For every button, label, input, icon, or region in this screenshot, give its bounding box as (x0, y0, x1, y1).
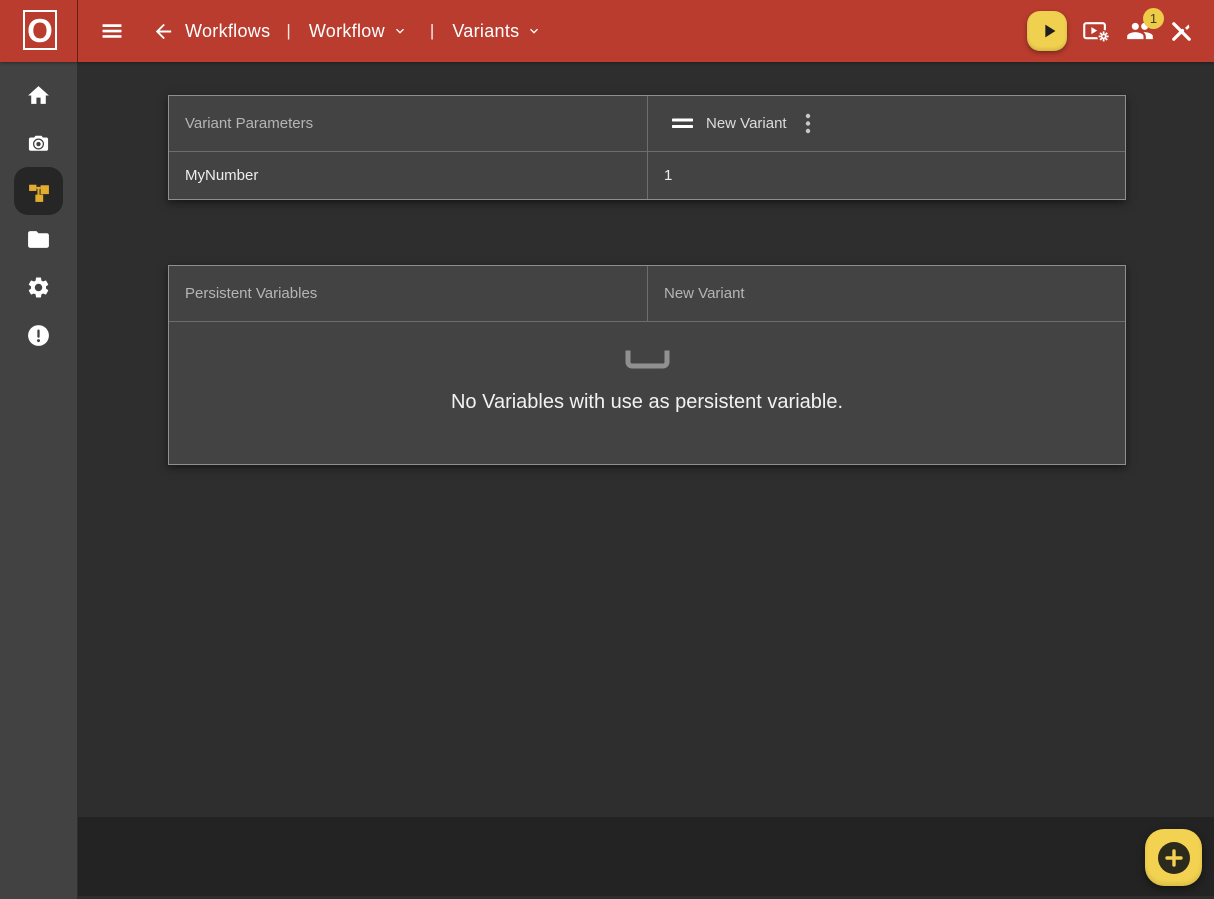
table-row: MyNumber 1 (169, 151, 1125, 199)
empty-state-message: No Variables with use as persistent vari… (451, 391, 843, 414)
app-window: O Workflows | Workflow | (0, 0, 1214, 899)
home-icon (26, 83, 51, 108)
top-app-bar: O Workflows | Workflow | (0, 0, 1214, 62)
sidebar-item-camera[interactable] (14, 119, 63, 167)
sidebar-item-files[interactable] (14, 215, 63, 263)
app-logo: O (23, 10, 57, 50)
gear-icon (26, 275, 51, 300)
user-count-badge: 1 (1143, 8, 1164, 29)
sidebar-item-home[interactable] (14, 71, 63, 119)
parameter-value-cell[interactable]: 1 (648, 152, 1125, 199)
persistent-variables-title: Persistent Variables (185, 285, 317, 302)
run-workflow-button[interactable] (1027, 11, 1067, 51)
parameter-name: MyNumber (185, 167, 258, 184)
persistent-variables-title-cell: Persistent Variables (169, 266, 648, 321)
drag-handle-icon[interactable] (672, 117, 694, 130)
video-settings-button[interactable] (1082, 19, 1111, 44)
variants-dropdown[interactable]: Variants (452, 21, 542, 42)
video-settings-icon (1082, 19, 1111, 44)
variant-column-header-cell: New Variant (648, 96, 1125, 151)
bottom-bar (78, 817, 1214, 899)
sidebar (0, 62, 77, 899)
persistent-variables-table: Persistent Variables New Variant No Vari… (168, 265, 1126, 465)
parameter-name-cell: MyNumber (169, 152, 648, 199)
back-button[interactable] (152, 20, 175, 43)
hamburger-icon (100, 19, 124, 43)
add-variable-fab[interactable] (1145, 829, 1202, 886)
workflow-icon (26, 179, 51, 204)
empty-state: No Variables with use as persistent vari… (169, 321, 1125, 464)
breadcrumb-workflows[interactable]: Workflows (185, 21, 270, 42)
exit-edit-button[interactable] (1169, 19, 1194, 44)
camera-icon (26, 131, 51, 156)
topbar-divider (77, 0, 78, 62)
workflow-dropdown[interactable]: Workflow (309, 21, 408, 42)
parameter-value: 1 (664, 167, 672, 184)
play-icon (1038, 20, 1060, 42)
variant-menu-button[interactable] (801, 111, 815, 136)
empty-tray-icon (625, 350, 670, 370)
chevron-down-icon (526, 23, 542, 39)
variant-parameters-title-cell: Variant Parameters (169, 96, 648, 151)
breadcrumb: Workflows | Workflow | Variants (100, 19, 542, 43)
folder-icon (26, 227, 51, 252)
persistent-variables-header-row: Persistent Variables New Variant (169, 266, 1125, 321)
sidebar-item-settings[interactable] (14, 263, 63, 311)
variant-parameters-title: Variant Parameters (185, 115, 313, 132)
sidebar-item-alerts[interactable] (14, 311, 63, 359)
alert-icon (26, 323, 51, 348)
variants-dropdown-label: Variants (452, 21, 519, 42)
breadcrumb-separator: | (430, 21, 434, 41)
workflow-dropdown-label: Workflow (309, 21, 385, 42)
kebab-icon (805, 113, 811, 134)
variant-parameters-header-row: Variant Parameters New Variant (169, 96, 1125, 151)
sidebar-item-workflows[interactable] (14, 167, 63, 215)
variant-column-header: New Variant (706, 115, 787, 132)
topbar-actions: 1 (1027, 11, 1194, 51)
persistent-variant-column-header: New Variant (664, 285, 745, 302)
logo-letter: O (27, 14, 53, 47)
users-button[interactable]: 1 (1126, 17, 1154, 45)
edit-off-icon (1169, 19, 1194, 44)
breadcrumb-separator: | (286, 21, 290, 41)
menu-button[interactable] (100, 19, 124, 43)
arrow-back-icon (152, 20, 175, 43)
plus-icon (1158, 842, 1190, 874)
chevron-down-icon (392, 23, 408, 39)
persistent-variant-header-cell: New Variant (648, 266, 1125, 321)
variant-parameters-table: Variant Parameters New Variant MyNumber … (168, 95, 1126, 200)
